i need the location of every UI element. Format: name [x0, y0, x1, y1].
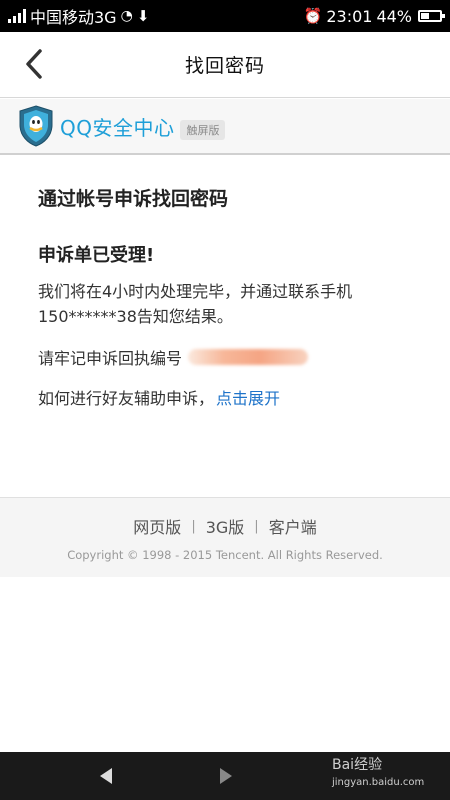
watermark-url: jingyan.baidu.com	[332, 777, 425, 788]
receipt-number-redacted	[188, 349, 309, 365]
footer: 网页版 | 3G版 | 客户端 Copyright © 1998 - 2015 …	[0, 497, 450, 577]
wifi-icon: ◔	[120, 8, 133, 24]
signal-icon	[8, 9, 26, 23]
copyright: Copyright © 1998 - 2015 Tencent. All Rig…	[67, 548, 383, 562]
result-message: 我们将在4小时内处理完毕，并通过联系手机150******38告知您结果。	[38, 282, 353, 326]
qq-shield-icon	[19, 105, 53, 147]
browser-back-icon[interactable]	[100, 768, 112, 784]
watermark-text: Bai经验	[332, 757, 383, 773]
battery-percent: 44%	[376, 6, 412, 26]
receipt-row: 请牢记申诉回执编号	[38, 345, 423, 369]
brand-header: QQ安全中心 触屏版	[0, 99, 450, 155]
download-icon: ⬇	[136, 7, 150, 25]
chevron-left-icon	[26, 49, 42, 79]
alarm-icon: ⏰	[303, 7, 323, 25]
navigation-bar: Bai经验 jingyan.baidu.com	[0, 752, 450, 800]
main-content: 通过帐号申诉找回密码 申诉单已受理! 我们将在4小时内处理完毕，并通过联系手机1…	[38, 184, 423, 409]
carrier-label: 中国移动3G	[30, 8, 117, 27]
footer-link-3g[interactable]: 3G版	[206, 514, 245, 538]
brand-tag: 触屏版	[180, 120, 226, 140]
receipt-label: 请牢记申诉回执编号	[38, 349, 183, 368]
footer-links: 网页版 | 3G版 | 客户端	[0, 514, 450, 538]
back-button[interactable]	[18, 48, 50, 80]
clock: 23:01	[326, 6, 373, 26]
battery-icon	[418, 10, 445, 22]
expand-link[interactable]: 点击展开	[216, 385, 280, 409]
friend-help-text: 如何进行好友辅助申诉，	[38, 389, 215, 408]
status-bar: 中国移动3G ◔ ⬇ ⏰ 23:01 44%	[0, 0, 450, 32]
footer-separator: |	[191, 518, 196, 534]
footer-link-client[interactable]: 客户端	[269, 514, 317, 538]
friend-help-row: 如何进行好友辅助申诉， 点击展开	[38, 385, 423, 409]
content-heading: 通过帐号申诉找回密码	[38, 188, 229, 210]
footer-link-web[interactable]: 网页版	[133, 514, 181, 538]
page-title: 找回密码	[184, 55, 265, 77]
watermark: Bai经验 jingyan.baidu.com	[332, 756, 424, 792]
browser-forward-icon[interactable]	[220, 768, 232, 784]
app-bar: 找回密码	[0, 32, 450, 98]
footer-separator: |	[254, 518, 259, 534]
status-message: 申诉单已受理!	[38, 245, 155, 266]
brand-name: QQ安全中心	[60, 115, 175, 140]
